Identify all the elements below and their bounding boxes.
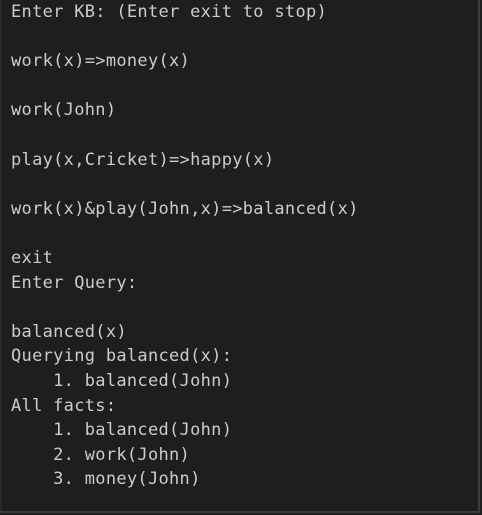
terminal-line-blank xyxy=(11,172,359,197)
terminal-line-fact-item: 2. work(John) xyxy=(11,444,191,465)
terminal-line-rule-balanced: work(x)&play(John,x)=>balanced(x) xyxy=(11,198,359,219)
terminal-line-blank xyxy=(11,74,359,99)
terminal-line-querying: Querying balanced(x): xyxy=(11,346,233,367)
terminal-line-fact-item: 3. money(John) xyxy=(11,469,201,490)
terminal-line-rule-work-money: work(x)=>money(x) xyxy=(11,51,191,72)
terminal-lines: Enter KB: (Enter exit to stop) work(x)=>… xyxy=(11,0,359,492)
terminal-line-blank xyxy=(11,221,359,246)
terminal-line-query-prompt: Enter Query: xyxy=(11,272,138,293)
terminal-line-query-result: 1. balanced(John) xyxy=(11,370,233,391)
terminal-line-fact-item: 1. balanced(John) xyxy=(11,420,233,441)
terminal-line-query-input: balanced(x) xyxy=(11,321,127,342)
terminal-line-fact-work-john: work(John) xyxy=(11,100,117,121)
terminal-line-blank xyxy=(11,123,359,148)
terminal-line-kb-prompt: Enter KB: (Enter exit to stop) xyxy=(11,2,328,22)
terminal-line-rule-play-happy: play(x,Cricket)=>happy(x) xyxy=(11,149,275,170)
terminal-line-blank xyxy=(11,25,359,50)
terminal-line-exit: exit xyxy=(11,247,54,268)
terminal-left-border xyxy=(0,0,2,511)
terminal-line-all-facts-heading: All facts: xyxy=(11,395,117,416)
terminal-line-blank xyxy=(11,295,359,320)
terminal-output[interactable]: Enter KB: (Enter exit to stop) work(x)=>… xyxy=(0,0,480,513)
